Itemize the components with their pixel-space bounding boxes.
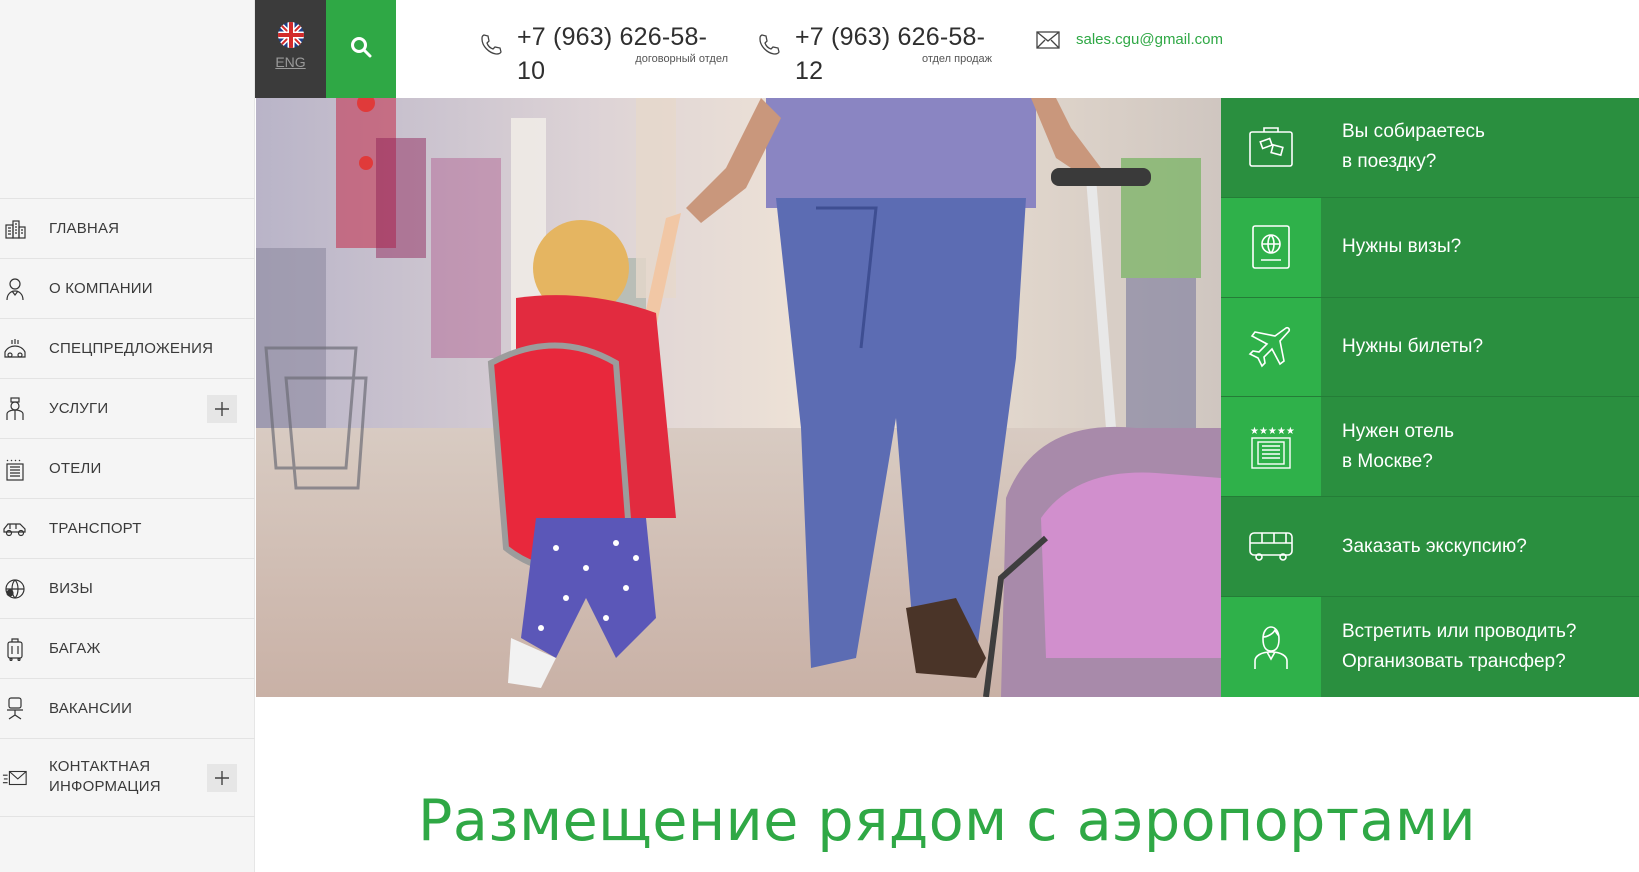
chair-icon xyxy=(2,696,28,722)
sidebar-item-contacts[interactable]: КОНТАКТНАЯ ИНФОРМАЦИЯ xyxy=(0,739,255,817)
buildings-icon xyxy=(2,216,28,242)
quick-link-visas[interactable]: Нужны визы? xyxy=(1221,197,1639,298)
mail-icon xyxy=(1036,31,1060,54)
quick-link-transfer[interactable]: Встретить или проводить? Организовать тр… xyxy=(1221,596,1639,697)
sidebar-item-label: ОТЕЛИ xyxy=(49,459,102,477)
quick-link-label: Встретить или проводить? Организовать тр… xyxy=(1342,620,1577,672)
sidebar-item-label: УСЛУГИ xyxy=(49,399,109,417)
quick-link-tickets[interactable]: Нужны билеты? xyxy=(1221,297,1639,398)
sidebar-item-label: ГЛАВНАЯ xyxy=(49,219,120,237)
phone-contract-dept[interactable]: +7 (963) 626-58-10 договорный отдел xyxy=(517,20,728,88)
sidebar-item-baggage[interactable]: БАГАЖ xyxy=(0,619,255,679)
quick-link-trip[interactable]: Вы собираетесь в поездку? xyxy=(1221,98,1639,198)
car-icon xyxy=(2,516,28,542)
quick-links-panel: Вы собираетесь в поездку? Нужны визы? Ну… xyxy=(1221,98,1639,697)
language-switcher[interactable]: ENG xyxy=(255,0,326,98)
quick-link-label: Нужны визы? xyxy=(1342,236,1462,258)
globe-icon xyxy=(2,576,28,602)
sidebar-item-vacancies[interactable]: ВАКАНСИИ xyxy=(0,679,255,739)
guide-icon xyxy=(1221,596,1321,697)
sidebar-item-label: КОНТАКТНАЯ ИНФОРМАЦИЯ xyxy=(49,758,161,795)
phone-icon xyxy=(480,33,502,60)
sidebar-item-label: ТРАНСПОРТ xyxy=(49,519,142,537)
sidebar-item-offers[interactable]: СПЕЦПРЕДЛОЖЕНИЯ xyxy=(0,319,255,379)
sidebar: ГЛАВНАЯ О КОМПАНИИ СПЕЦПРЕДЛОЖЕНИЯ УСЛУГ… xyxy=(0,0,255,872)
quick-link-label: Нужны билеты? xyxy=(1342,335,1484,357)
phone-icon xyxy=(758,33,780,60)
bus-icon xyxy=(1221,497,1321,596)
sidebar-item-visas[interactable]: ВИЗЫ xyxy=(0,559,255,619)
concierge-icon xyxy=(2,396,28,422)
sidebar-item-label: О КОМПАНИИ xyxy=(49,279,153,297)
phone-caption: отдел продаж xyxy=(921,53,992,65)
hotel-stars-icon: ★★★★★ xyxy=(1221,397,1321,497)
offer-icon xyxy=(2,336,28,362)
hotel-icon xyxy=(2,456,28,482)
search-icon xyxy=(350,36,372,63)
hero-image xyxy=(256,98,1221,697)
sidebar-item-about[interactable]: О КОМПАНИИ xyxy=(0,259,255,319)
page-title: Размещение рядом с аэропортами xyxy=(417,788,1477,854)
quick-link-hotel[interactable]: ★★★★★ Нужен отель в Москве? xyxy=(1221,397,1639,498)
sidebar-item-label: ВИЗЫ xyxy=(49,579,93,597)
quick-link-label: Нужен отель в Москве? xyxy=(1342,420,1455,472)
search-button[interactable] xyxy=(326,0,396,98)
sidebar-item-transport[interactable]: ТРАНСПОРТ xyxy=(0,499,255,559)
expand-plus-icon[interactable] xyxy=(207,394,237,423)
uk-flag-icon xyxy=(277,22,304,48)
luggage-icon xyxy=(2,636,28,662)
envelope-icon xyxy=(2,765,28,791)
quick-link-label: Заказать экскупсию? xyxy=(1342,535,1527,557)
person-icon xyxy=(2,276,28,302)
email-link[interactable]: sales.cgu@gmail.com xyxy=(1076,31,1223,48)
sidebar-menu: ГЛАВНАЯ О КОМПАНИИ СПЕЦПРЕДЛОЖЕНИЯ УСЛУГ… xyxy=(0,198,255,817)
quick-link-label: Вы собираетесь в поездку? xyxy=(1342,121,1485,173)
sidebar-item-hotels[interactable]: ОТЕЛИ xyxy=(0,439,255,499)
sidebar-item-label: БАГАЖ xyxy=(49,639,101,657)
sidebar-item-home[interactable]: ГЛАВНАЯ xyxy=(0,199,255,259)
sidebar-item-label: СПЕЦПРЕДЛОЖЕНИЯ xyxy=(49,339,214,357)
sidebar-item-label: ВАКАНСИИ xyxy=(49,699,133,717)
expand-plus-icon[interactable] xyxy=(207,763,237,792)
svg-text:★★★★★: ★★★★★ xyxy=(1250,426,1294,437)
passport-icon xyxy=(1221,197,1321,297)
suitcase-icon xyxy=(1221,98,1321,197)
quick-link-excursion[interactable]: Заказать экскупсию? xyxy=(1221,497,1639,597)
page: ГЛАВНАЯ О КОМПАНИИ СПЕЦПРЕДЛОЖЕНИЯ УСЛУГ… xyxy=(0,0,1639,872)
phone-caption: договорный отдел xyxy=(635,53,728,65)
plane-icon xyxy=(1221,297,1321,397)
phone-sales-dept[interactable]: +7 (963) 626-58-12 отдел продаж xyxy=(795,20,1006,88)
sidebar-item-services[interactable]: УСЛУГИ xyxy=(0,379,255,439)
language-label[interactable]: ENG xyxy=(275,54,305,70)
